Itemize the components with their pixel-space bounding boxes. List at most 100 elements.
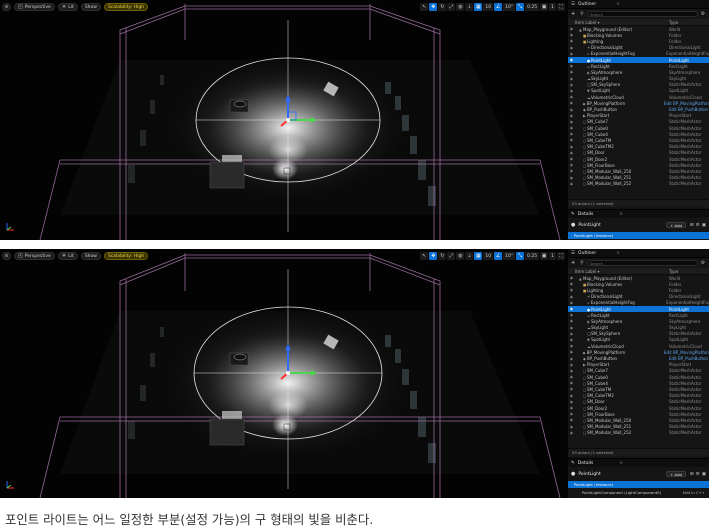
scale-snap-icon[interactable]: ⤡ [516, 3, 525, 11]
scalability-badge[interactable]: Scalability: High [103, 252, 149, 260]
view-mode-button[interactable]: ☀ Lit [57, 3, 78, 11]
scale-snap-value[interactable]: 0.25 [525, 3, 540, 11]
outliner-row[interactable]: ◉ □SM_Cube4 StaticMeshActor [568, 131, 709, 137]
add-component-button[interactable]: + Add [666, 471, 686, 477]
outliner-row-type[interactable]: Edit BP_MovingPlatform [664, 350, 709, 355]
visibility-eye-icon[interactable]: ◉ [568, 282, 575, 286]
outliner-row[interactable]: ◉ ●PointLight PointLight [568, 56, 709, 64]
outliner-row-type[interactable]: Edit BP_MovingPlatform [664, 101, 709, 106]
outliner-row[interactable]: ◉ □SM_Cube4 StaticMeshActor [568, 380, 709, 386]
outliner-row[interactable]: ◉ ◯SM_SkySphere StaticMeshActor [568, 82, 709, 88]
outliner-row[interactable]: ◉ □SM_Modular_Wall_250 StaticMeshActor [568, 417, 709, 423]
grid-snap-icon[interactable]: ▦ [474, 252, 483, 260]
rotate-snap-icon[interactable]: ∠ [494, 252, 503, 260]
visibility-eye-icon[interactable]: ◉ [568, 400, 575, 404]
outliner-row[interactable]: ◉ ☀DirectionalLight DirectionalLight [568, 294, 709, 300]
outliner-row[interactable]: ◉ ◯SM_SkySphere StaticMeshActor [568, 331, 709, 337]
select-mode-icon[interactable]: ↖ [420, 252, 429, 260]
grid-snap-value[interactable]: 10 [483, 252, 494, 260]
level-viewport[interactable]: ≡ ◰ Perspective ☀ Lit Show Scalability: Hi… [0, 249, 567, 498]
camera-speed-value[interactable]: 1 [549, 3, 556, 11]
col-type[interactable]: Type [669, 269, 678, 274]
outliner-row[interactable]: ◉ □SM_CubeTM2 StaticMeshActor [568, 393, 709, 399]
visibility-eye-icon[interactable]: ◉ [568, 46, 575, 50]
outliner-row[interactable]: ◉ □SM_Modular_Wall_251 StaticMeshActor [568, 175, 709, 181]
visibility-eye-icon[interactable]: ◉ [568, 295, 575, 299]
expand-icon[interactable]: ▣ [702, 472, 706, 477]
visibility-eye-icon[interactable]: ◉ [568, 108, 575, 112]
outliner-row-type[interactable]: Edit BP_PushButton [669, 356, 708, 361]
outliner-row[interactable]: ◉ □SM_CubeTM StaticMeshActor [568, 137, 709, 143]
outliner-row[interactable]: ◉ □SM_Modular_Wall_251 StaticMeshActor [568, 424, 709, 430]
outliner-row[interactable]: ◉ ◆BP_MovingPlatform Edit BP_MovingPlatfor… [568, 100, 709, 106]
rotate-mode-icon[interactable]: ↻ [438, 3, 447, 11]
outliner-row[interactable]: ◉ □SM_Modular_Wall_252 StaticMeshActor [568, 430, 709, 436]
visibility-eye-icon[interactable]: ◉ [568, 89, 575, 93]
outliner-row[interactable]: ◉ ◆BP_MovingPlatform Edit BP_MovingPlatfor… [568, 349, 709, 355]
camera-speed-value[interactable]: 1 [549, 252, 556, 260]
details-tab[interactable]: ✎ Details × [568, 209, 709, 218]
outliner-row[interactable]: ◉ □SM_Door StaticMeshActor [568, 399, 709, 405]
visibility-eye-icon[interactable]: ◉ [568, 83, 575, 87]
outliner-row[interactable]: ◉ □SM_Cube0 StaticMeshActor [568, 374, 709, 380]
rotate-snap-value[interactable]: 10° [503, 252, 516, 260]
grid-snap-value[interactable]: 10 [483, 3, 494, 11]
details-component-row[interactable]: PointLight (Instance) [568, 481, 709, 488]
blueprint-icon[interactable]: ⊞ [690, 223, 694, 228]
maximize-viewport-icon[interactable]: ⛶ [557, 3, 565, 11]
outliner-row[interactable]: ◉ □SM_Door2 StaticMeshActor [568, 405, 709, 411]
outliner-search-input[interactable]: Search [587, 11, 698, 17]
details-subcomponent-row[interactable]: PointLightComponent (LightComponent0) Ed… [568, 489, 709, 496]
outliner-row-type[interactable]: Edit BP_PushButton [669, 107, 708, 112]
outliner-row[interactable]: ◉ ◆BP_PushButton Edit BP_PushButton [568, 106, 709, 112]
blueprint-icon[interactable]: ⊞ [690, 472, 694, 477]
close-details-icon[interactable]: × [619, 212, 623, 217]
close-details-icon[interactable]: × [619, 461, 623, 466]
expand-icon[interactable]: ▣ [702, 223, 706, 228]
scale-snap-value[interactable]: 0.25 [525, 252, 540, 260]
visibility-eye-icon[interactable]: ◉ [568, 77, 575, 81]
outliner-row[interactable]: ◉ □SM_FloorBase StaticMeshActor [568, 162, 709, 168]
filter-icon[interactable]: ⚲ [579, 11, 585, 17]
visibility-eye-icon[interactable]: ◉ [568, 369, 575, 373]
outliner-row[interactable]: ◉ ▼SpotLight SpotLight [568, 88, 709, 94]
outliner-settings-icon[interactable]: ⚙ [700, 260, 706, 266]
translate-mode-icon[interactable]: ✥ [429, 3, 438, 11]
world-space-icon[interactable]: ◍ [456, 252, 465, 260]
outliner-row[interactable]: ◉ □SM_Door2 StaticMeshActor [568, 156, 709, 162]
visibility-eye-icon[interactable]: ◉ [568, 176, 575, 180]
maximize-viewport-icon[interactable]: ⛶ [557, 252, 565, 260]
visibility-eye-icon[interactable]: ◉ [568, 58, 575, 62]
outliner-row[interactable]: ◉ □SM_Cube7 StaticMeshActor [568, 119, 709, 125]
rotate-snap-value[interactable]: 10° [503, 3, 516, 11]
visibility-eye-icon[interactable]: ◉ [568, 95, 575, 99]
visibility-eye-icon[interactable]: ◉ [568, 363, 575, 367]
world-space-icon[interactable]: ◍ [456, 3, 465, 11]
visibility-eye-icon[interactable]: ◉ [568, 114, 575, 118]
outliner-row[interactable]: ◉ ▶PlayerStart PlayerStart [568, 113, 709, 119]
outliner-row[interactable]: ◉ □SM_Cube0 StaticMeshActor [568, 125, 709, 131]
camera-speed-icon[interactable]: ▣ [540, 3, 549, 11]
add-actor-icon[interactable]: + [571, 260, 577, 266]
visibility-eye-icon[interactable]: ◉ [568, 27, 575, 31]
outliner-row[interactable]: ◉ □SM_Door StaticMeshActor [568, 150, 709, 156]
grid-snap-icon[interactable]: ▦ [474, 3, 483, 11]
visibility-eye-icon[interactable]: ◉ [568, 276, 575, 280]
details-tab[interactable]: ✎ Details × [568, 458, 709, 467]
visibility-eye-icon[interactable]: ◉ [568, 157, 575, 161]
surface-snap-icon[interactable]: ⇣ [465, 252, 474, 260]
visibility-eye-icon[interactable]: ◉ [568, 350, 575, 354]
outliner-tab[interactable]: ☰ Outliner × [571, 251, 620, 256]
outliner-settings-icon[interactable]: ⚙ [700, 11, 706, 17]
outliner-search-input[interactable]: Search [587, 260, 698, 266]
col-item-label[interactable]: Item Label ▾ [568, 20, 669, 25]
outliner-row[interactable]: ◉ ▼SpotLight SpotLight [568, 337, 709, 343]
outliner-row[interactable]: ◉ ◆BP_PushButton Edit BP_PushButton [568, 355, 709, 361]
visibility-eye-icon[interactable]: ◉ [568, 52, 575, 56]
visibility-eye-icon[interactable]: ◉ [568, 381, 575, 385]
visibility-eye-icon[interactable]: ◉ [568, 145, 575, 149]
visibility-eye-icon[interactable]: ◉ [568, 357, 575, 361]
scalability-badge[interactable]: Scalability: High [103, 3, 149, 11]
outliner-row[interactable]: ◉ ◐SkyAtmosphere SkyAtmosphere [568, 318, 709, 324]
visibility-eye-icon[interactable]: ◉ [568, 120, 575, 124]
